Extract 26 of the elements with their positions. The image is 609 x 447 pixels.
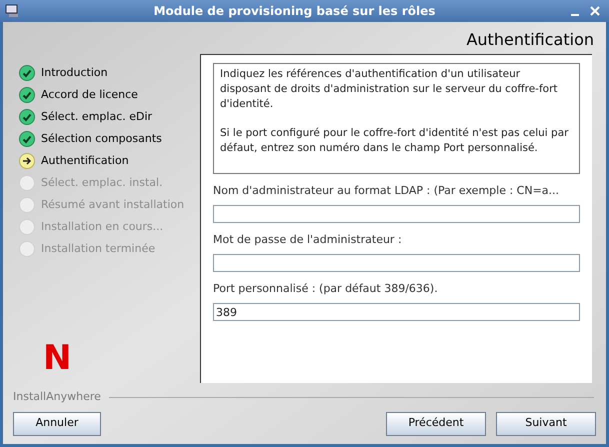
cancel-button[interactable]: Annuler bbox=[13, 412, 101, 436]
step-label: Sélect. emplac. instal. bbox=[41, 174, 163, 191]
step-label: Sélection composants bbox=[41, 130, 162, 147]
description-text: Si le port configuré pour le coffre-fort d'identité n'est pas celui par défaut, entrez son numéro dans le champ Port personnalisé. bbox=[220, 126, 570, 156]
step-label: Accord de licence bbox=[41, 86, 138, 103]
input-field[interactable]: 389 bbox=[213, 303, 580, 321]
brand-label: InstallAnywhere bbox=[13, 389, 101, 405]
field-label: Port personnalisé : (par défaut 389/636). bbox=[213, 280, 439, 297]
close-icon[interactable] bbox=[589, 5, 601, 17]
back-button[interactable]: Précédent bbox=[386, 412, 486, 436]
page-heading: Authentification bbox=[466, 29, 594, 51]
step-label: Résumé avant installation bbox=[41, 196, 184, 213]
field-label: Nom d'administrateur au format LDAP : (Par exemple : CN=a... bbox=[213, 182, 560, 199]
step-label: Installation en cours... bbox=[41, 218, 164, 235]
field-label: Mot de passe de l'administrateur : bbox=[213, 232, 403, 248]
computer-icon bbox=[4, 3, 20, 19]
step-label: Authentification bbox=[41, 152, 129, 169]
window-title: Module de provisioning basé sur les rôles bbox=[152, 3, 436, 20]
step-label: Installation terminée bbox=[41, 240, 156, 257]
step-label: Introduction bbox=[41, 64, 108, 81]
logo: N bbox=[43, 341, 72, 375]
next-button[interactable]: Suivant bbox=[496, 412, 596, 436]
step-label: Sélect. emplac. eDir bbox=[41, 108, 152, 125]
input-field[interactable] bbox=[213, 254, 580, 272]
description-text: Indiquez les références d'authentification d'un utilisateur disposant de droits d'administration sur le serveur du coffre-fort d'identité. bbox=[220, 67, 558, 112]
input-field[interactable] bbox=[213, 205, 580, 223]
